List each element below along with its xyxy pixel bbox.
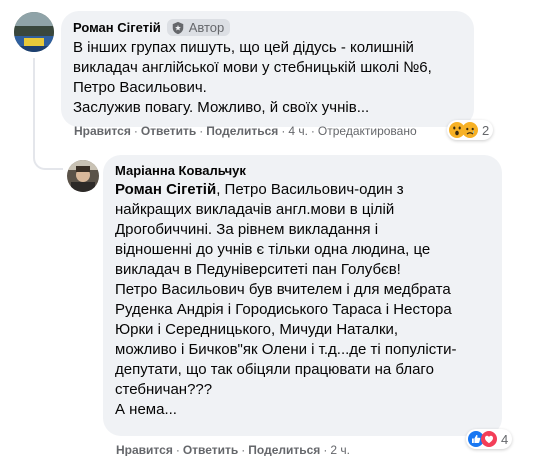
- comment-actions: Нравится · Ответить · Поделиться · 2 ч.: [116, 443, 350, 456]
- like-button[interactable]: Нравится: [116, 443, 173, 456]
- thread-line: [33, 58, 35, 158]
- comment-author[interactable]: Роман Сігетій: [73, 20, 161, 35]
- share-button[interactable]: Поделиться: [206, 124, 278, 138]
- like-button[interactable]: Нравится: [74, 124, 131, 138]
- comment-bubble: Маріанна Ковальчук Роман Сігетій, Петро …: [103, 155, 502, 436]
- reply-button[interactable]: Ответить: [183, 443, 238, 456]
- author-badge-label: Автор: [188, 20, 225, 35]
- reactions-summary[interactable]: 2: [447, 120, 494, 140]
- mention-link[interactable]: Роман Сігетій: [115, 181, 216, 198]
- comment-text: В інших групах пишуть, що цей дідусь - к…: [73, 39, 432, 116]
- shield-star-icon: [172, 21, 183, 34]
- avatar-photo-icon: [67, 160, 99, 192]
- reactions-count: 2: [482, 122, 490, 138]
- thread-curve: [33, 150, 63, 170]
- timestamp[interactable]: 2 ч.: [330, 443, 350, 456]
- comment-bubble: Роман Сігетій Автор В інших групах пишут…: [61, 11, 474, 127]
- timestamp[interactable]: 4 ч.: [288, 124, 308, 138]
- author-badge: Автор: [166, 19, 231, 36]
- avatar-photo-icon: [14, 12, 54, 52]
- reactions-summary[interactable]: 4: [466, 429, 513, 449]
- sad-icon: [462, 122, 478, 138]
- edited-label: Отредактировано: [317, 124, 417, 138]
- comment-text: Роман Сігетій, Петро Васильович-один з н…: [115, 180, 490, 420]
- comment-actions: Нравится · Ответить · Поделиться · 4 ч. · Отреда…: [74, 124, 417, 138]
- avatar[interactable]: [67, 160, 99, 192]
- share-button[interactable]: Поделиться: [248, 443, 320, 456]
- reactions-count: 4: [501, 431, 509, 447]
- love-icon: [481, 431, 497, 447]
- comment-author[interactable]: Маріанна Ковальчук: [115, 163, 246, 178]
- avatar[interactable]: [14, 12, 54, 52]
- comment-text-body: , Петро Васильович-один з найкращих викл…: [115, 181, 457, 418]
- reply-button[interactable]: Ответить: [141, 124, 196, 138]
